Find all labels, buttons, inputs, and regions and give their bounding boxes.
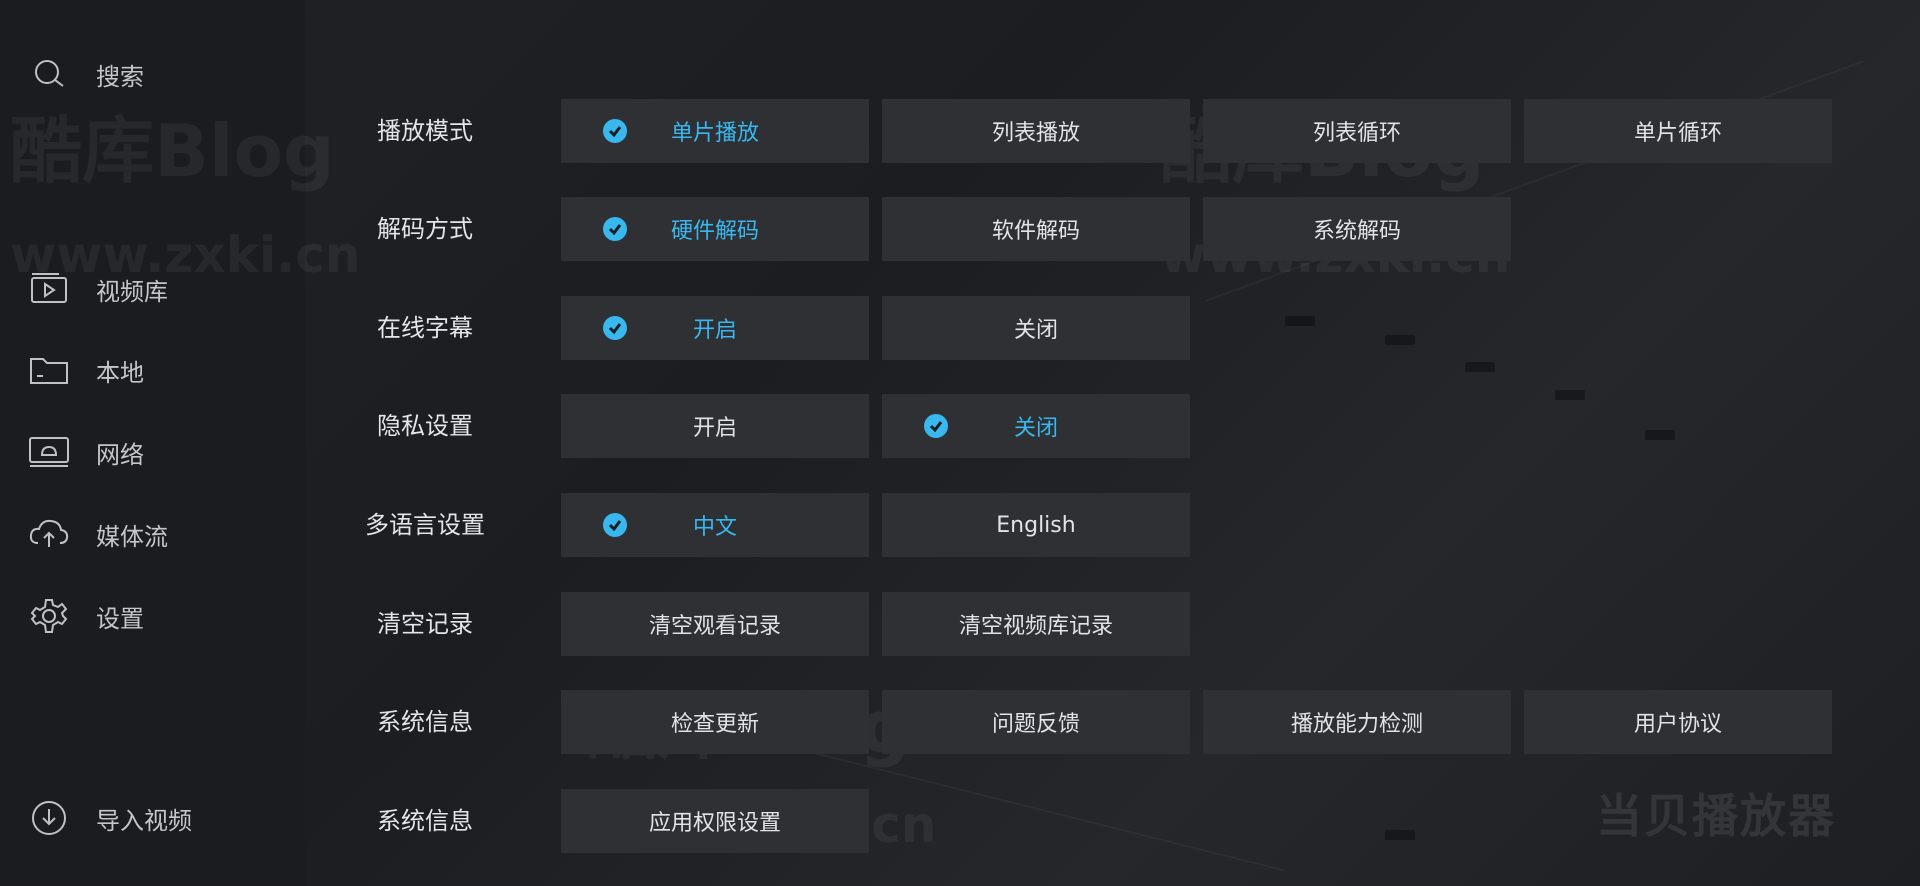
setting-option-label: 关闭 xyxy=(1013,318,1058,343)
check-circle-icon xyxy=(603,119,627,143)
sidebar-search[interactable]: 搜索 xyxy=(28,54,144,94)
setting-option-label: 软件解码 xyxy=(991,219,1080,244)
folder-icon xyxy=(28,352,70,388)
setting-option-label: 开启 xyxy=(692,416,737,441)
background-decoration xyxy=(1645,430,1675,440)
sidebar-item-media-stream[interactable]: 媒体流 xyxy=(28,514,168,554)
sidebar-item-video-library[interactable]: 视频库 xyxy=(28,269,168,309)
check-circle-icon xyxy=(603,316,627,340)
setting-option-label: 检查更新 xyxy=(670,712,759,737)
gear-icon xyxy=(28,598,70,634)
setting-option-label: 开启 xyxy=(692,318,737,343)
setting-option-label: 播放能力检测 xyxy=(1290,712,1423,737)
import-video-label: 导入视频 xyxy=(96,806,192,835)
video-library-icon xyxy=(28,271,70,307)
setting-option-label: 列表循环 xyxy=(1312,121,1401,146)
background-decoration xyxy=(1385,335,1415,345)
setting-option-button[interactable]: 单片播放 xyxy=(561,99,869,163)
background-decoration xyxy=(1285,316,1315,326)
download-icon xyxy=(28,800,70,836)
setting-option-button[interactable]: 开启 xyxy=(561,296,869,360)
setting-option-button[interactable]: 列表循环 xyxy=(1203,99,1511,163)
sidebar-item-label: 视频库 xyxy=(96,277,168,306)
setting-option-button[interactable]: 播放能力检测 xyxy=(1203,690,1511,754)
sidebar-item-label: 网络 xyxy=(96,440,144,469)
setting-label: 隐私设置 xyxy=(377,412,473,440)
background-decoration xyxy=(1555,390,1585,400)
setting-label: 多语言设置 xyxy=(365,511,485,539)
setting-option-button[interactable]: 清空观看记录 xyxy=(561,592,869,656)
setting-option-label: 清空观看记录 xyxy=(648,614,781,639)
import-video-button[interactable]: 导入视频 xyxy=(28,798,192,838)
setting-option-button[interactable]: 应用权限设置 xyxy=(561,789,869,853)
setting-option-label: 关闭 xyxy=(1013,416,1058,441)
check-circle-icon xyxy=(603,513,627,537)
setting-option-label: 应用权限设置 xyxy=(648,811,781,836)
setting-label: 系统信息 xyxy=(377,708,473,736)
setting-option-label: English xyxy=(996,512,1076,538)
setting-option-button[interactable]: 硬件解码 xyxy=(561,197,869,261)
setting-option-button[interactable]: 中文 xyxy=(561,493,869,557)
sidebar-item-local[interactable]: 本地 xyxy=(28,350,144,390)
sidebar-search-label: 搜索 xyxy=(96,62,144,91)
background-decoration xyxy=(1465,362,1495,372)
setting-label: 清空记录 xyxy=(377,610,473,638)
setting-option-button[interactable]: 系统解码 xyxy=(1203,197,1511,261)
sidebar-item-network[interactable]: 网络 xyxy=(28,432,144,472)
check-circle-icon xyxy=(603,217,627,241)
setting-option-label: 用户协议 xyxy=(1633,712,1722,737)
setting-option-label: 问题反馈 xyxy=(991,712,1080,737)
setting-option-label: 单片循环 xyxy=(1633,121,1722,146)
background-decoration xyxy=(1385,830,1415,840)
setting-option-label: 清空视频库记录 xyxy=(958,614,1113,639)
setting-option-label: 中文 xyxy=(692,515,737,540)
sidebar-item-label: 媒体流 xyxy=(96,522,168,551)
cloud-icon xyxy=(28,516,70,552)
sidebar: 搜索 视频库 本地 网络 媒体流 设置 导入视频 xyxy=(0,0,305,886)
background-decoration xyxy=(1204,60,1864,302)
setting-option-button[interactable]: 用户协议 xyxy=(1524,690,1832,754)
setting-option-button[interactable]: 关闭 xyxy=(882,296,1190,360)
setting-option-button[interactable]: 开启 xyxy=(561,394,869,458)
setting-option-button[interactable]: 检查更新 xyxy=(561,690,869,754)
setting-option-label: 单片播放 xyxy=(670,121,759,146)
setting-option-label: 硬件解码 xyxy=(670,219,759,244)
network-icon xyxy=(28,434,70,470)
setting-option-button[interactable]: 清空视频库记录 xyxy=(882,592,1190,656)
setting-option-button[interactable]: 问题反馈 xyxy=(882,690,1190,754)
sidebar-item-settings[interactable]: 设置 xyxy=(28,596,144,636)
setting-option-button[interactable]: 单片循环 xyxy=(1524,99,1832,163)
setting-option-button[interactable]: 列表播放 xyxy=(882,99,1190,163)
sidebar-item-label: 本地 xyxy=(96,358,144,387)
setting-option-button[interactable]: 软件解码 xyxy=(882,197,1190,261)
setting-option-button[interactable]: English xyxy=(882,493,1190,557)
setting-option-label: 列表播放 xyxy=(991,121,1080,146)
brand-logo-text: 当贝播放器 xyxy=(1596,789,1836,843)
check-circle-icon xyxy=(924,414,948,438)
search-icon xyxy=(28,56,70,92)
setting-label: 播放模式 xyxy=(377,117,473,145)
setting-label: 解码方式 xyxy=(377,215,473,243)
setting-label: 在线字幕 xyxy=(377,314,473,342)
setting-label: 系统信息 xyxy=(377,807,473,835)
sidebar-item-label: 设置 xyxy=(96,604,144,633)
setting-option-button[interactable]: 关闭 xyxy=(882,394,1190,458)
setting-option-label: 系统解码 xyxy=(1312,219,1401,244)
